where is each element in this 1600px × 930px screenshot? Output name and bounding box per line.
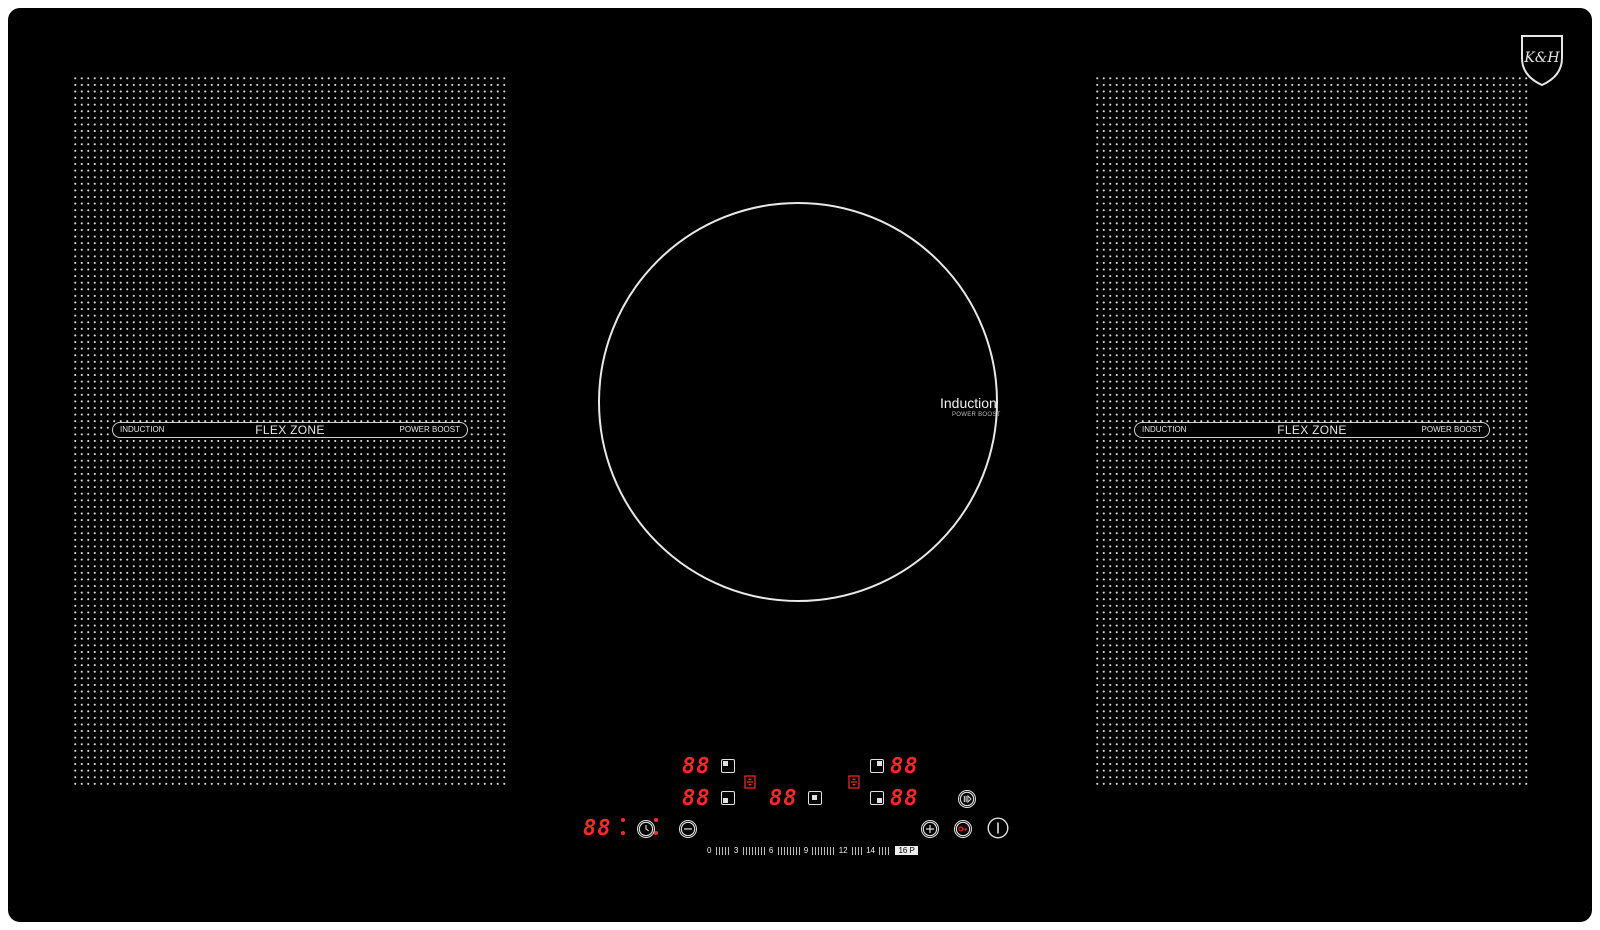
slider-ticks (777, 846, 800, 855)
timer-display: 88 (583, 816, 612, 841)
slider-label-9: 9 (803, 846, 809, 855)
center-induction-zone (598, 202, 998, 602)
front-right-zone-select-button[interactable] (870, 791, 884, 805)
slider-label-14: 14 (866, 846, 875, 855)
center-zone-subtitle: POWER BOOST (952, 412, 1001, 418)
timer-indicator-dot (621, 818, 625, 822)
front-left-zone-select-button[interactable] (721, 791, 735, 805)
right-zone-powerboost-text: POWER BOOST (1421, 425, 1482, 434)
slider-label-0: 0 (707, 846, 712, 855)
induction-cooktop: K&H INDUCTION FLEX ZONE POWER BOOST INDU… (8, 8, 1592, 922)
slider-boost-label: 16 P (895, 846, 918, 855)
front-right-display: 88 (890, 786, 919, 811)
front-left-display: 88 (682, 786, 711, 811)
plus-button[interactable] (921, 820, 939, 838)
pause-button[interactable] (958, 790, 976, 808)
slider-ticks (851, 846, 862, 855)
slider-label-3: 3 (733, 846, 739, 855)
right-flex-link-icon[interactable] (848, 775, 860, 789)
center-zone-title: Induction (940, 395, 997, 411)
power-on-off-button[interactable] (987, 817, 1009, 839)
minus-button[interactable] (679, 820, 697, 838)
rear-right-zone-select-button[interactable] (870, 759, 884, 773)
right-flex-zone: INDUCTION FLEX ZONE POWER BOOST (1094, 75, 1530, 785)
timer-clock-button[interactable] (637, 820, 655, 838)
child-lock-key-button[interactable] (954, 820, 972, 838)
rear-right-display: 88 (890, 754, 919, 779)
slider-ticks (812, 846, 835, 855)
slider-ticks (742, 846, 765, 855)
power-slider[interactable]: 0 3 6 9 12 14 16 P (707, 846, 918, 855)
left-flex-zone: INDUCTION FLEX ZONE POWER BOOST (72, 75, 508, 785)
timer-indicator-dot (621, 831, 625, 835)
slider-label-6: 6 (768, 846, 774, 855)
svg-text:K&H: K&H (1523, 50, 1560, 66)
right-flex-zone-label: INDUCTION FLEX ZONE POWER BOOST (1134, 422, 1490, 438)
left-flex-link-icon[interactable] (744, 775, 756, 789)
slider-label-12: 12 (838, 846, 848, 855)
left-flex-zone-label: INDUCTION FLEX ZONE POWER BOOST (112, 422, 468, 438)
timer-indicator-dot (654, 818, 658, 822)
left-zone-powerboost-text: POWER BOOST (399, 425, 460, 434)
slider-ticks (879, 846, 890, 855)
center-zone-display: 88 (769, 786, 798, 811)
slider-ticks (715, 846, 730, 855)
rear-left-zone-select-button[interactable] (721, 759, 735, 773)
center-zone-select-button[interactable] (808, 791, 822, 805)
rear-left-display: 88 (682, 754, 711, 779)
